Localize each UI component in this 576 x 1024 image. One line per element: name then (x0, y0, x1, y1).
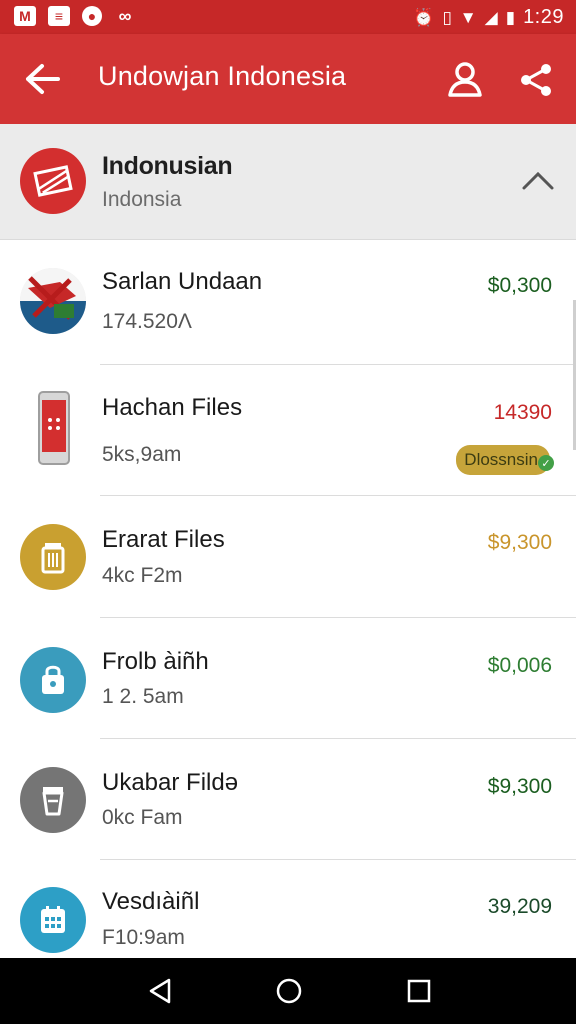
app-bar: Undowjan Indonesia (0, 34, 576, 124)
group-avatar (20, 148, 86, 214)
item-title: Erarat Files (102, 526, 225, 553)
cup-icon (20, 767, 86, 833)
account-button[interactable] (444, 58, 486, 100)
share-button[interactable] (516, 60, 556, 100)
list-item[interactable]: Erarat Files 4kc F2m $9,300 (0, 496, 576, 618)
wifi-icon: ▼ (459, 7, 477, 27)
group-subtitle: Indonsia (102, 188, 182, 211)
item-subtitle: F10:9am (102, 926, 185, 949)
nav-home-button[interactable] (274, 976, 304, 1006)
notification-icons: M ≡ ● ∞ (14, 6, 136, 26)
record-icon: ● (82, 6, 102, 26)
flag-photo-icon (20, 268, 86, 334)
calendar-icon (20, 887, 86, 953)
item-amount: 14390 (493, 401, 552, 424)
item-amount: $9,300 (487, 775, 552, 798)
item-title: Ukabar Fildə (102, 769, 239, 796)
circle-home-icon (276, 978, 302, 1004)
status-bar: M ≡ ● ∞ ⏰ ▯ ▼ ◢ ▮ 1:29 (0, 0, 576, 34)
envelope-icon (33, 165, 73, 197)
bag-icon (20, 647, 86, 713)
square-recents-icon (407, 979, 431, 1003)
navigation-bar (0, 958, 576, 1024)
link-icon: ∞ (118, 5, 132, 26)
item-title: Hachan Files (102, 394, 243, 421)
chevron-up-icon (522, 171, 554, 190)
gmail-icon: M (14, 6, 36, 26)
system-icons: ⏰ ▯ ▼ ◢ ▮ 1:29 (413, 6, 564, 29)
triangle-back-icon (149, 978, 171, 1004)
item-subtitle: 174.520Λ (102, 310, 192, 333)
person-icon (448, 62, 482, 97)
vibrate-icon: ▯ (442, 7, 452, 27)
alarm-icon: ⏰ (413, 7, 435, 27)
item-amount: $0,300 (487, 274, 552, 297)
item-subtitle: 1 2. 5am (102, 685, 184, 708)
page-title: Undowjan Indonesia (98, 61, 347, 91)
battery-icon: ▮ (505, 7, 516, 27)
phone-icon (20, 391, 86, 465)
list-item[interactable]: Ukabar Fildə 0kc Fam $9,300 (0, 739, 576, 860)
nav-recents-button[interactable] (404, 976, 434, 1006)
item-title: Sarlan Undaan (102, 268, 263, 295)
item-title: Frolb àiñh (102, 648, 209, 675)
item-subtitle: 5ks,9am (102, 443, 182, 466)
trash-icon (20, 524, 86, 590)
list-item[interactable]: Hachan Files 5ks,9am 14390 Dlossnsin ✓ (0, 365, 576, 496)
back-button[interactable] (18, 58, 64, 100)
group-header[interactable]: Indonusian Indonsia (0, 124, 576, 240)
share-icon (521, 64, 551, 96)
clock: 1:29 (523, 6, 564, 28)
status-badge[interactable]: Dlossnsin (456, 445, 550, 475)
item-title: Vesdıàiñl (102, 888, 200, 915)
collapse-button[interactable] (518, 164, 558, 196)
list-item[interactable]: Vesdıàiñl F10:9am 39,209 (0, 860, 576, 958)
item-amount: $9,300 (487, 531, 552, 554)
check-icon: ✓ (538, 455, 554, 471)
item-subtitle: 0kc Fam (102, 806, 183, 829)
list-item[interactable]: Sarlan Undaan 174.520Λ $0,300 (0, 240, 576, 365)
nav-back-button[interactable] (146, 976, 176, 1006)
signal-icon: ◢ (484, 7, 498, 27)
list-item[interactable]: Frolb àiñh 1 2. 5am $0,006 (0, 618, 576, 739)
item-amount: $0,006 (487, 654, 552, 677)
arrow-back-icon (26, 64, 60, 94)
item-amount: 39,209 (487, 895, 552, 918)
message-icon: ≡ (48, 6, 70, 26)
group-title: Indonusian (102, 152, 233, 180)
item-subtitle: 4kc F2m (102, 564, 183, 587)
